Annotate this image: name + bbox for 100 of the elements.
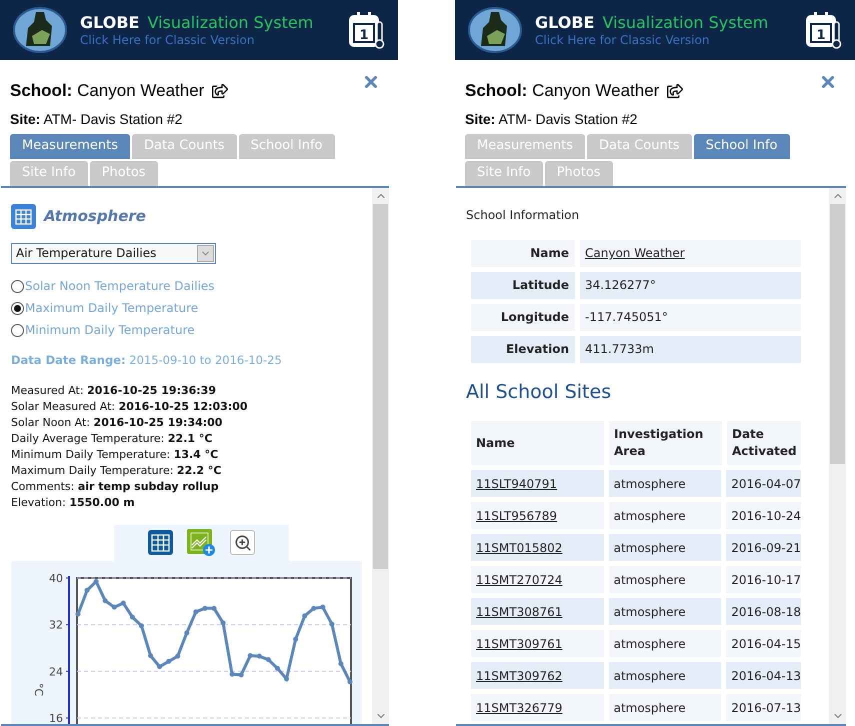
zoom-in-icon[interactable] xyxy=(230,530,255,556)
axis-tick-label: 24 xyxy=(49,665,63,678)
classic-version-link[interactable]: Click Here for Classic Version xyxy=(80,34,336,46)
info-label-cell: Name xyxy=(471,240,575,266)
table-cell: 2016-04-15 xyxy=(726,630,801,657)
table-cell: atmosphere xyxy=(608,598,722,625)
detail-line: Measured At: 2016-10-25 19:36:39 xyxy=(11,382,217,399)
table-icon xyxy=(11,204,36,228)
data-point xyxy=(230,672,235,676)
detail-line: Elevation: 1550.00 m xyxy=(11,494,136,511)
site-link[interactable]: 11SLT956789 xyxy=(476,506,558,524)
data-point xyxy=(311,606,316,611)
data-point xyxy=(193,609,198,614)
table-cell: 2016-04-13 xyxy=(726,662,801,689)
tab[interactable]: Measurements xyxy=(10,134,130,158)
data-point xyxy=(256,653,262,658)
school-title: School: Canyon Weather xyxy=(10,80,204,102)
school-title: School: Canyon Weather xyxy=(465,80,660,102)
sites-heading: All School Sites xyxy=(466,380,612,404)
data-point xyxy=(329,621,334,626)
radio-option[interactable]: Maximum Daily Temperature xyxy=(11,300,362,316)
radio-button[interactable] xyxy=(11,280,24,292)
axis-title: °C xyxy=(32,682,45,696)
table-cell: 2016-04-07 xyxy=(726,470,801,497)
site-link[interactable]: 11SMT308761 xyxy=(476,602,562,620)
data-point xyxy=(320,604,326,610)
data-point xyxy=(76,611,80,616)
column-header: Investigation Area xyxy=(609,421,722,465)
globe-logo-icon xyxy=(467,6,523,54)
info-value-cell: 411.7733m xyxy=(580,336,801,362)
brand-title: GLOBE xyxy=(80,14,140,30)
classic-version-link[interactable]: Click Here for Classic Version xyxy=(535,34,793,46)
site-title: Site: ATM- Davis Station #2 xyxy=(10,110,184,128)
radio-button[interactable] xyxy=(11,302,24,314)
data-point xyxy=(274,666,280,671)
data-point xyxy=(202,606,208,611)
data-point xyxy=(284,676,290,682)
axis-tick-label: 40 xyxy=(49,572,63,585)
category-title: Atmosphere xyxy=(44,206,146,227)
info-label-cell: Elevation xyxy=(471,336,575,362)
data-point xyxy=(148,652,154,658)
scrollbar[interactable] xyxy=(829,188,846,724)
detail-line: Daily Average Temperature: 22.1 °C xyxy=(11,430,214,447)
site-link[interactable]: 11SMT015802 xyxy=(476,538,562,556)
table-view-icon[interactable] xyxy=(148,530,173,556)
add-chart-icon[interactable] xyxy=(187,528,216,557)
radio-option[interactable]: Solar Noon Temperature Dailies xyxy=(11,278,362,294)
detail-line: Solar Measured At: 2016-10-25 12:03:00 xyxy=(11,398,249,415)
data-point xyxy=(157,664,162,669)
school-name-link[interactable]: Canyon Weather xyxy=(585,244,685,262)
table-cell: 2016-10-17 xyxy=(726,566,801,593)
tab[interactable]: School Info xyxy=(694,134,790,158)
radio-button[interactable] xyxy=(11,324,24,336)
data-point xyxy=(302,613,308,618)
detail-line: Solar Noon At: 2016-10-25 19:34:00 xyxy=(11,414,224,431)
data-point xyxy=(102,598,108,603)
data-point xyxy=(184,630,190,636)
table-cell: atmosphere xyxy=(608,502,722,529)
data-point xyxy=(220,620,226,626)
scrollbar-thumb[interactable] xyxy=(373,204,388,568)
table-cell: 2016-10-24 xyxy=(726,502,801,529)
table-cell: atmosphere xyxy=(608,534,722,561)
table-cell: atmosphere xyxy=(608,470,722,497)
data-point xyxy=(112,604,117,610)
share-icon[interactable] xyxy=(212,82,228,99)
site-title: Site: ATM- Davis Station #2 xyxy=(465,110,638,128)
site-link[interactable]: 11SMT309762 xyxy=(476,666,562,684)
data-point xyxy=(266,656,271,662)
table-cell: atmosphere xyxy=(608,662,722,689)
detail-line: Minimum Daily Temperature: 13.4 °C xyxy=(11,446,220,463)
data-point xyxy=(130,614,135,620)
data-point xyxy=(120,600,126,606)
column-header: Date Activated xyxy=(727,421,801,465)
globe-logo-icon xyxy=(12,6,68,54)
table-cell: atmosphere xyxy=(608,694,722,721)
info-value-cell: -117.745051° xyxy=(580,304,801,330)
site-link[interactable]: 11SMT309761 xyxy=(476,634,562,652)
detail-line: Maximum Daily Temperature: 22.2 °C xyxy=(11,462,222,479)
table-cell: atmosphere xyxy=(608,630,722,657)
site-link[interactable]: 11SMT326779 xyxy=(476,698,562,716)
scrollbar-thumb[interactable] xyxy=(830,204,845,464)
close-icon[interactable] xyxy=(819,73,837,91)
table-cell: atmosphere xyxy=(608,566,722,593)
date-range-text: Data Date Range: 2015-09-10 to 2016-10-25 xyxy=(11,352,283,368)
close-icon[interactable] xyxy=(362,73,380,91)
table-cell: 2016-08-18 xyxy=(726,598,801,625)
product-title: Visualization System xyxy=(602,14,768,30)
scrollbar[interactable] xyxy=(372,188,389,724)
axis-tick-label: 32 xyxy=(49,618,63,632)
product-title: Visualization System xyxy=(147,14,314,30)
share-icon[interactable] xyxy=(667,82,684,99)
measurement-dropdown[interactable]: Air Temperature Dailies xyxy=(11,242,216,264)
radio-option[interactable]: Minimum Daily Temperature xyxy=(11,322,362,338)
table-cell: 2016-07-13 xyxy=(726,694,801,721)
section-title: School Information xyxy=(466,206,580,224)
brand-title: GLOBE xyxy=(535,14,594,30)
site-link[interactable]: 11SMT270724 xyxy=(476,570,562,588)
site-link[interactable]: 11SLT940791 xyxy=(476,474,558,492)
data-point xyxy=(94,578,99,584)
column-header: Name xyxy=(471,421,604,465)
